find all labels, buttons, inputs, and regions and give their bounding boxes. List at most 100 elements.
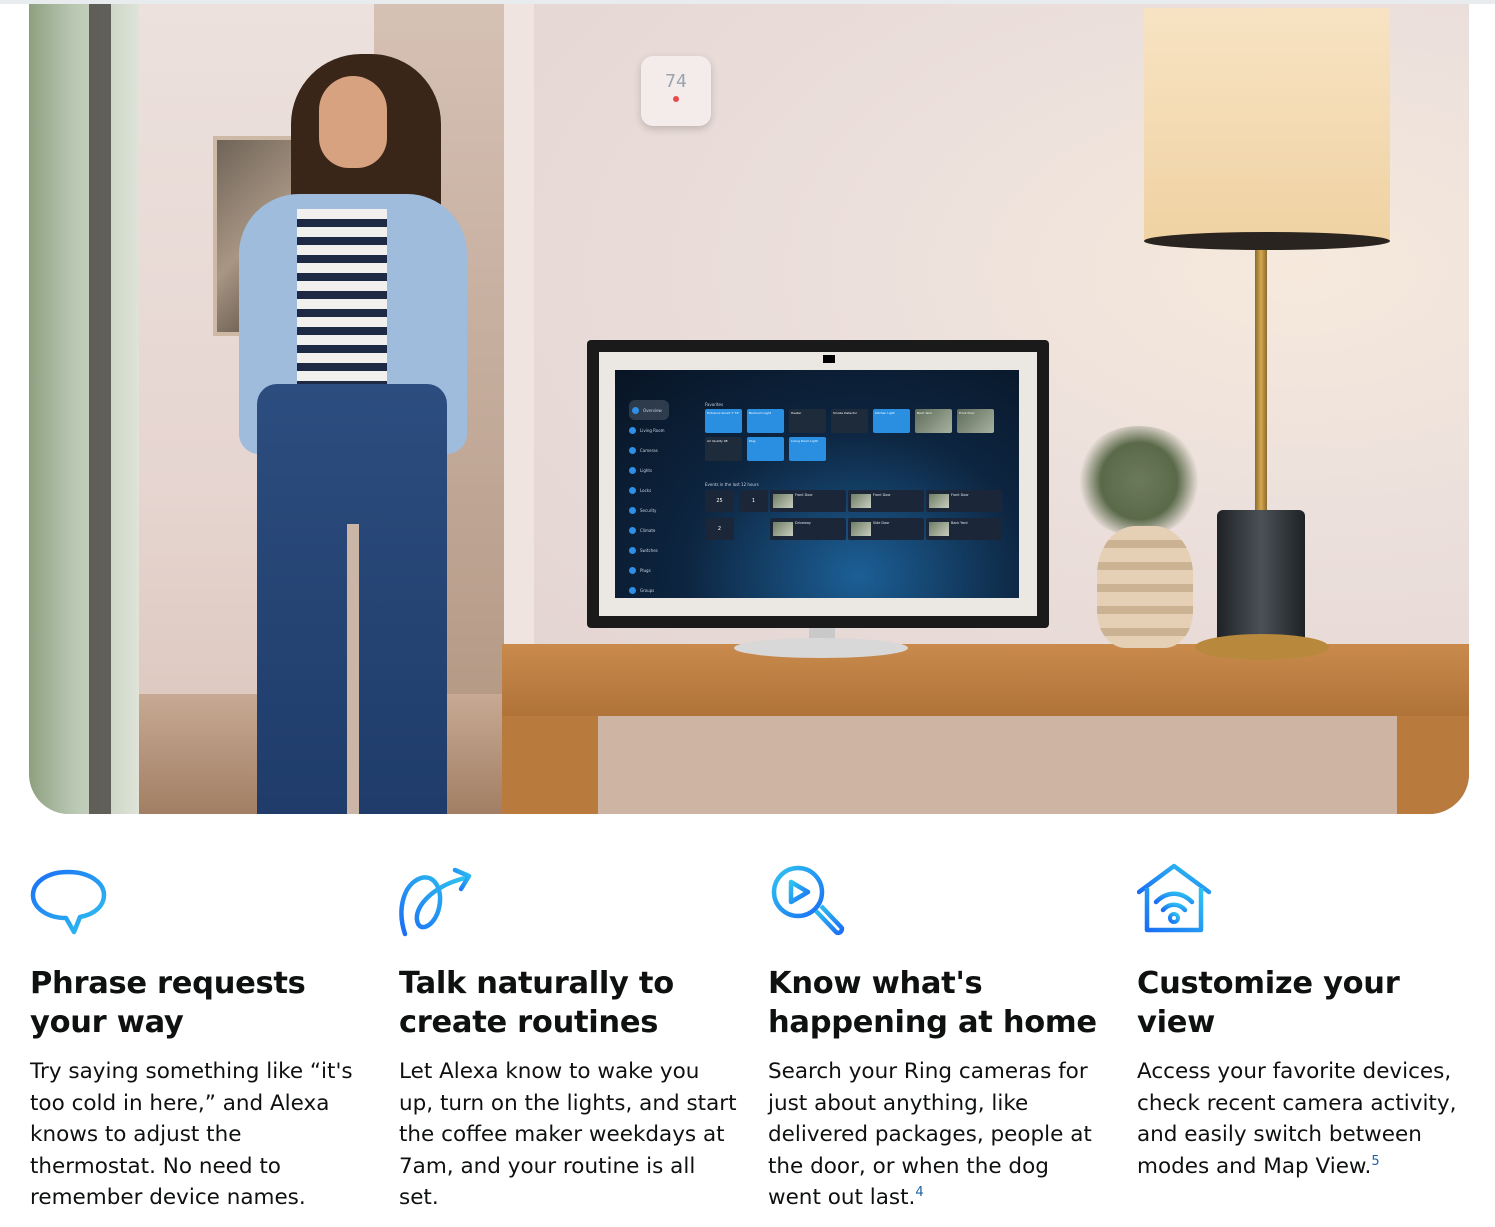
screen-sidebar-item: Plugs bbox=[629, 560, 689, 580]
footnote-link[interactable]: 5 bbox=[1371, 1154, 1379, 1169]
feature-title: Know what's happening at home bbox=[768, 966, 1097, 1040]
screen-event-count: 25 bbox=[705, 490, 734, 512]
screen-sidebar-label: Climate bbox=[640, 527, 656, 533]
screen-sidebar-item: Groups bbox=[629, 580, 689, 598]
screen-sidebar-label: Overview bbox=[643, 407, 662, 413]
feature-description: Access your favorite devices, check rece… bbox=[1137, 1056, 1477, 1182]
feature-title: Customize your view bbox=[1137, 966, 1400, 1040]
screen-event-label: Front Door bbox=[795, 493, 813, 497]
feature-title: Phrase requests your way bbox=[30, 966, 306, 1040]
footnote-link[interactable]: 4 bbox=[915, 1185, 923, 1200]
screen-sidebar-label: Security bbox=[640, 507, 657, 513]
feature-title: Talk naturally to create routines bbox=[399, 966, 674, 1040]
screen-sidebar-label: Plugs bbox=[640, 567, 651, 573]
screen-event-thumbnail bbox=[851, 494, 871, 508]
screen-event-label: Front Door bbox=[951, 493, 969, 497]
screen-sidebar-item: Cameras bbox=[629, 440, 689, 460]
thermostat-indicator bbox=[673, 96, 679, 102]
speech-bubble-icon bbox=[30, 869, 107, 935]
smart-display: Overview Living Room Cameras Lights Locks Sec… bbox=[587, 340, 1049, 628]
screen-favorite-tile: Kitchen Light bbox=[873, 409, 910, 433]
screen-sidebar-item: Lights bbox=[629, 460, 689, 480]
screen-favorite-tile: Entrance Smart T 74° bbox=[705, 409, 742, 433]
doorframe bbox=[504, 4, 534, 704]
screen-event-card: Driveway bbox=[770, 518, 846, 540]
screen-favorite-tile: Back Yard bbox=[915, 409, 952, 433]
window bbox=[29, 4, 139, 814]
screen-sidebar-icon bbox=[629, 506, 636, 514]
feature-list: Phrase requests your way Try saying some… bbox=[0, 858, 1495, 1227]
display-frame-mat: Overview Living Room Cameras Lights Locks Sec… bbox=[599, 352, 1037, 616]
screen-favorite-tile: Living Room Light bbox=[789, 437, 826, 461]
screen-sidebar-item: Switches bbox=[629, 540, 689, 560]
display-screen: Overview Living Room Cameras Lights Locks Sec… bbox=[615, 370, 1019, 598]
screen-sidebar-icon bbox=[629, 446, 636, 454]
screen-favorite-tile: Bedroom Light bbox=[747, 409, 784, 433]
screen-event-thumbnail bbox=[929, 494, 949, 508]
lamp-base bbox=[1217, 510, 1305, 646]
screen-sidebar-icon bbox=[629, 466, 636, 474]
screen-event-count: 1 bbox=[739, 490, 768, 512]
thermostat: 74 bbox=[641, 56, 711, 126]
screen-sidebar-label: Lights bbox=[640, 467, 653, 473]
feature-description: Let Alexa know to wake you up, turn on t… bbox=[399, 1056, 739, 1214]
screen-sidebar-icon bbox=[629, 586, 636, 594]
screen-sidebar-item: Locks bbox=[629, 480, 689, 500]
screen-sidebar-icon bbox=[629, 566, 636, 574]
home-wifi-icon bbox=[1137, 863, 1212, 933]
screen-sidebar-item: Security bbox=[629, 500, 689, 520]
screen-event-thumbnail bbox=[773, 522, 793, 536]
feature-description-text: Let Alexa know to wake you up, turn on t… bbox=[399, 1059, 737, 1211]
lamp-shade bbox=[1144, 8, 1390, 244]
screen-favorites-heading: Favorites bbox=[705, 402, 724, 407]
screen-event-thumbnail bbox=[851, 522, 871, 536]
screen-favorite-tile: Plug bbox=[747, 437, 784, 461]
lamp-foot bbox=[1195, 634, 1329, 660]
feature-description: Search your Ring cameras for just about … bbox=[768, 1056, 1108, 1214]
screen-sidebar-icon bbox=[629, 546, 636, 554]
screen-event-card: Front Door bbox=[848, 490, 924, 512]
screen-event-label: Back Yard bbox=[951, 521, 968, 525]
console-table bbox=[502, 644, 1469, 716]
screen-sidebar-item: Climate bbox=[629, 520, 689, 540]
screen-event-label: Side Door bbox=[873, 521, 890, 525]
screen-sidebar-icon bbox=[629, 426, 636, 434]
screen-sidebar-icon bbox=[632, 406, 639, 414]
screen-event-card: Back Yard bbox=[926, 518, 1002, 540]
window-frame bbox=[89, 4, 111, 814]
person-face bbox=[319, 76, 387, 168]
screen-event-card: Side Door bbox=[848, 518, 924, 540]
video-search-icon bbox=[771, 865, 845, 936]
screen-sidebar: Overview Living Room Cameras Lights Locks Sec… bbox=[629, 400, 689, 598]
feature-description-text: Access your favorite devices, check rece… bbox=[1137, 1059, 1457, 1179]
feature-description-text: Search your Ring cameras for just about … bbox=[768, 1059, 1092, 1211]
screen-event-label: Front Door bbox=[873, 493, 891, 497]
lamp-pole bbox=[1255, 250, 1267, 514]
person-jeans-gap bbox=[347, 524, 359, 814]
feature-description: Try saying something like “it's too cold… bbox=[30, 1056, 370, 1214]
vase bbox=[1097, 526, 1193, 648]
screen-favorite-tile: Smoke Detector bbox=[831, 409, 868, 433]
screen-sidebar-label: Cameras bbox=[640, 447, 658, 453]
routine-loop-arrow-icon bbox=[399, 867, 472, 937]
screen-sidebar-label: Living Room bbox=[640, 427, 665, 433]
camera-icon bbox=[823, 355, 835, 363]
table-leg-left bbox=[502, 716, 598, 814]
hero-image: 74 Overview Living Room Cameras Lights Locks… bbox=[29, 4, 1469, 814]
screen-favorite-tile: Heater bbox=[789, 409, 826, 433]
thermostat-readout: 74 bbox=[665, 71, 687, 92]
lamp-rim bbox=[1144, 232, 1390, 250]
screen-sidebar-item: Overview bbox=[629, 400, 669, 420]
screen-event-thumbnail bbox=[773, 494, 793, 508]
monitor-stand-base bbox=[734, 638, 908, 658]
person-shirt bbox=[297, 209, 387, 389]
screen-sidebar-label: Groups bbox=[640, 587, 655, 593]
screen-events-heading: Events in the last 12 hours bbox=[705, 482, 759, 487]
screen-favorite-tile: Front Door bbox=[957, 409, 994, 433]
screen-favorite-tile: Air Quality 98 bbox=[705, 437, 742, 461]
screen-event-thumbnail bbox=[929, 522, 949, 536]
screen-sidebar-label: Switches bbox=[640, 547, 658, 553]
table-shadow bbox=[598, 716, 1397, 814]
table-leg-right bbox=[1397, 716, 1469, 814]
feature-description-text: Try saying something like “it's too cold… bbox=[30, 1059, 353, 1211]
